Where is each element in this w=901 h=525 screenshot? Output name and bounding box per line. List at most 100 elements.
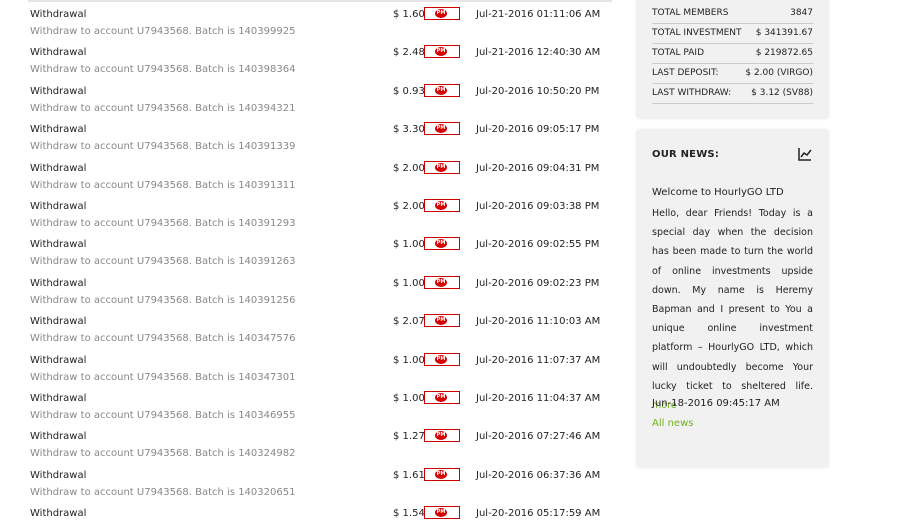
chart-icon[interactable]	[798, 147, 812, 161]
perfect-money-icon: PM	[424, 468, 460, 481]
transaction-type: Withdrawal	[30, 508, 87, 519]
transaction-date: Jul-20-2016 09:04:31 PM	[476, 163, 600, 174]
stat-value: 3847	[790, 8, 813, 18]
transaction-description: Withdraw to account U7943568. Batch is 1…	[30, 64, 296, 75]
news-title: OUR NEWS:	[652, 149, 720, 160]
table-row: Withdrawal $ 3.30 PM Jul-20-2016 09:05:17 P…	[0, 121, 620, 141]
pm-badge-label: PM	[435, 86, 447, 95]
transaction-date: Jul-20-2016 09:02:23 PM	[476, 278, 600, 289]
perfect-money-icon: PM	[424, 429, 460, 442]
transaction-type: Withdrawal	[30, 431, 87, 442]
transaction-description-row: Withdraw to account U7943568. Batch is 1…	[0, 103, 620, 123]
pm-badge-label: PM	[435, 431, 447, 440]
transaction-date: Jul-20-2016 09:03:38 PM	[476, 201, 600, 212]
transaction-description: Withdraw to account U7943568. Batch is 1…	[30, 295, 296, 306]
transaction-amount: $ 2.48	[393, 47, 425, 58]
stat-value: $ 341391.67	[755, 28, 813, 38]
transaction-type: Withdrawal	[30, 163, 87, 174]
transaction-description: Withdraw to account U7943568. Batch is 1…	[30, 103, 296, 114]
table-row: Withdrawal $ 1.61 PM Jul-20-2016 06:37:36 A…	[0, 467, 620, 487]
transaction-type: Withdrawal	[30, 355, 87, 366]
transaction-description: Withdraw to account U7943568. Batch is 1…	[30, 333, 296, 344]
pm-badge-label: PM	[435, 201, 447, 210]
transaction-type: Withdrawal	[30, 201, 87, 212]
transaction-description-row: Withdraw to account U7943568. Batch is 1…	[0, 64, 620, 84]
transaction-amount: $ 1.60	[393, 9, 425, 20]
pm-badge-label: PM	[435, 316, 447, 325]
perfect-money-icon: PM	[424, 7, 460, 20]
transaction-description-row: Withdraw to account U7943568. Batch is 1…	[0, 487, 620, 507]
transaction-amount: $ 3.30	[393, 124, 425, 135]
transaction-description: Withdraw to account U7943568. Batch is 1…	[30, 26, 296, 37]
transaction-amount: $ 1.00	[393, 278, 425, 289]
news-date: Jun-18-2016 09:45:17 AM	[652, 398, 780, 409]
transaction-description-row: Withdraw to account U7943568. Batch is 1…	[0, 295, 620, 315]
transaction-type: Withdrawal	[30, 278, 87, 289]
table-row: Withdrawal $ 1.00 PM Jul-20-2016 09:02:23 P…	[0, 275, 620, 295]
transaction-amount: $ 1.61	[393, 470, 425, 481]
stat-row-total-members: TOTAL MEMBERS 3847	[652, 3, 813, 24]
stat-label: TOTAL MEMBERS	[652, 8, 729, 18]
stat-row-last-deposit: LAST DEPOSIT: $ 2.00 (VIRGO)	[652, 63, 813, 84]
transaction-amount: $ 1.00	[393, 355, 425, 366]
transaction-description-row: Withdraw to account U7943568. Batch is 1…	[0, 180, 620, 200]
transaction-date: Jul-21-2016 01:11:06 AM	[476, 9, 601, 20]
transaction-description-row: Withdraw to account U7943568. Batch is 1…	[0, 218, 620, 238]
transaction-date: Jul-20-2016 09:05:17 PM	[476, 124, 600, 135]
table-row: Withdrawal $ 1.00 PM Jul-20-2016 11:07:37 A…	[0, 352, 620, 372]
pm-badge-label: PM	[435, 470, 447, 479]
perfect-money-icon: PM	[424, 122, 460, 135]
pm-badge-label: PM	[435, 239, 447, 248]
transaction-description-row: Withdraw to account U7943568. Batch is 1…	[0, 26, 620, 46]
pm-badge-label: PM	[435, 9, 447, 18]
table-row: Withdrawal $ 0.93 PM Jul-20-2016 10:50:20 P…	[0, 83, 620, 103]
transaction-description: Withdraw to account U7943568. Batch is 1…	[30, 487, 296, 498]
transaction-date: Jul-20-2016 11:04:37 AM	[476, 393, 601, 404]
transaction-amount: $ 1.00	[393, 239, 425, 250]
transaction-type: Withdrawal	[30, 393, 87, 404]
table-top-border	[28, 0, 612, 2]
transaction-description-row: Withdraw to account U7943568. Batch is 1…	[0, 333, 620, 353]
table-row: Withdrawal $ 1.00 PM Jul-20-2016 11:04:37 A…	[0, 390, 620, 410]
pm-badge-label: PM	[435, 508, 447, 517]
transaction-type: Withdrawal	[30, 47, 87, 58]
perfect-money-icon: PM	[424, 161, 460, 174]
transaction-type: Withdrawal	[30, 9, 87, 20]
perfect-money-icon: PM	[424, 353, 460, 366]
transaction-amount: $ 0.93	[393, 86, 425, 97]
table-row: Withdrawal $ 2.00 PM Jul-20-2016 09:04:31 P…	[0, 160, 620, 180]
transaction-type: Withdrawal	[30, 316, 87, 327]
transaction-description: Withdraw to account U7943568. Batch is 1…	[30, 180, 296, 191]
perfect-money-icon: PM	[424, 237, 460, 250]
transaction-type: Withdrawal	[30, 86, 87, 97]
perfect-money-icon: PM	[424, 391, 460, 404]
all-news-link[interactable]: All news	[652, 418, 693, 429]
stat-row-total-paid: TOTAL PAID $ 219872.65	[652, 43, 813, 64]
news-body: Hello, dear Friends! Today is a special …	[652, 204, 813, 415]
transaction-description: Withdraw to account U7943568. Batch is 1…	[30, 448, 296, 459]
table-row: Withdrawal $ 1.27 PM Jul-20-2016 07:27:46 A…	[0, 428, 620, 448]
table-row: Withdrawal $ 1.00 PM Jul-20-2016 09:02:55 P…	[0, 236, 620, 256]
transaction-date: Jul-20-2016 11:10:03 AM	[476, 316, 601, 327]
transaction-date: Jul-20-2016 07:27:46 AM	[476, 431, 601, 442]
perfect-money-icon: PM	[424, 199, 460, 212]
news-heading: Welcome to HourlyGO LTD	[652, 187, 784, 198]
transaction-description-row: Withdraw to account U7943568. Batch is 1…	[0, 256, 620, 276]
news-panel: OUR NEWS: Welcome to HourlyGO LTD Hello,…	[636, 129, 829, 468]
transaction-description: Withdraw to account U7943568. Batch is 1…	[30, 218, 296, 229]
transaction-description-row: Withdraw to account U7943568. Batch is 1…	[0, 141, 620, 161]
transaction-amount: $ 2.07	[393, 316, 425, 327]
stat-label: TOTAL INVESTMENT	[652, 28, 742, 38]
transaction-amount: $ 2.00	[393, 201, 425, 212]
stat-value: $ 219872.65	[755, 48, 813, 58]
stat-label: LAST DEPOSIT:	[652, 68, 719, 78]
transaction-type: Withdrawal	[30, 124, 87, 135]
transaction-amount: $ 1.00	[393, 393, 425, 404]
pm-badge-label: PM	[435, 47, 447, 56]
transaction-date: Jul-20-2016 10:50:20 PM	[476, 86, 600, 97]
transaction-date: Jul-20-2016 11:07:37 AM	[476, 355, 601, 366]
transaction-amount: $ 1.27	[393, 431, 425, 442]
stat-value: $ 2.00 (VIRGO)	[745, 68, 813, 78]
transaction-amount: $ 1.54	[393, 508, 425, 519]
pm-badge-label: PM	[435, 163, 447, 172]
